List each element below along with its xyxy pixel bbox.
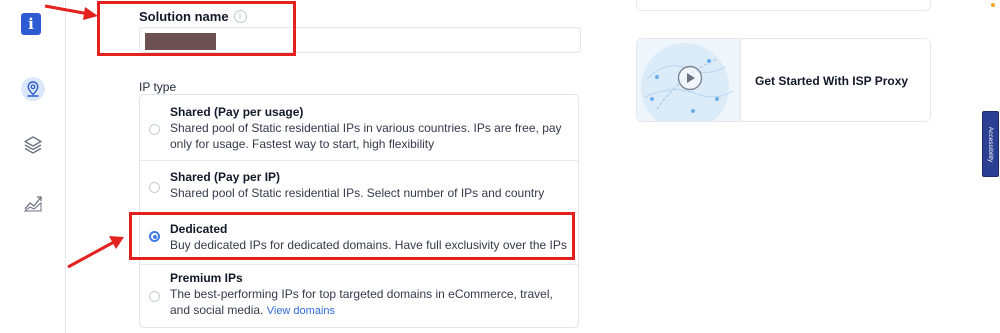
radio-shared-pay-per-ip[interactable] [149,182,160,193]
option-title: Premium IPs [170,271,243,285]
option-shared-pay-per-ip[interactable]: Shared (Pay per IP) Shared pool of Stati… [140,161,578,213]
view-domains-link[interactable]: View domains [267,305,335,317]
radio-shared-pay-per-usage[interactable] [149,124,160,135]
callout-box-dedicated [129,212,575,260]
video-card[interactable]: Get Started With ISP Proxy [636,38,931,122]
location-pin-icon[interactable] [20,76,46,102]
ip-type-options: Shared (Pay per usage) Shared pool of St… [139,94,579,328]
red-arrow-icon [67,236,124,269]
info-icon[interactable]: i [21,13,41,35]
option-description: Shared pool of Static residential IPs. S… [170,186,545,200]
radio-premium-ips[interactable] [149,291,160,302]
callout-box-solution-name [97,1,296,56]
chart-trend-icon[interactable] [21,190,45,214]
video-title: Get Started With ISP Proxy [755,74,909,88]
red-arrow-icon [44,4,98,20]
option-shared-pay-per-usage[interactable]: Shared (Pay per usage) Shared pool of St… [140,95,578,161]
option-description: The best-performing IPs for top targeted… [170,287,553,317]
option-premium-ips[interactable]: Premium IPs The best-performing IPs for … [140,265,578,329]
accessibility-tab[interactable]: Accessibility [982,111,999,177]
play-icon[interactable] [677,65,703,91]
top-card [636,0,931,11]
layers-icon[interactable] [21,133,45,157]
sidebar: i [0,0,66,333]
option-title: Shared (Pay per usage) [170,105,304,119]
ip-type-label: IP type [139,80,177,94]
option-description: Shared pool of Static residential IPs in… [170,121,562,151]
option-title: Shared (Pay per IP) [170,170,281,184]
notification-dot [991,3,995,7]
